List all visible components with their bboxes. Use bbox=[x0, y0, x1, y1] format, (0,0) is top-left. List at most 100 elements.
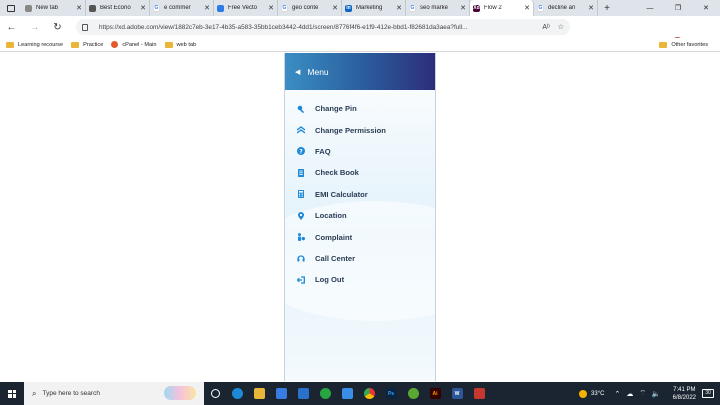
tray-chevron-icon[interactable]: ⌃ bbox=[614, 390, 620, 398]
upwork-icon[interactable] bbox=[402, 382, 424, 405]
close-tab-icon[interactable]: ✕ bbox=[204, 4, 210, 12]
windows-logo-icon bbox=[8, 389, 16, 398]
other-favorites[interactable]: Other favorites bbox=[659, 41, 708, 48]
tab-title: New tab bbox=[36, 5, 59, 11]
menu-item-label: Check Book bbox=[315, 168, 359, 178]
whatsapp-icon[interactable] bbox=[314, 382, 336, 405]
menu-item-label: Location bbox=[315, 211, 347, 221]
menu-item-call-center[interactable]: Call Center bbox=[285, 248, 435, 269]
close-tab-icon[interactable]: ✕ bbox=[268, 4, 274, 12]
taskbar-search[interactable]: ⌕ Type here to search bbox=[24, 382, 204, 405]
tab-title: decline an bbox=[548, 5, 576, 11]
close-tab-icon[interactable]: ✕ bbox=[332, 4, 338, 12]
bookmark-label: cPanel - Main bbox=[122, 41, 157, 48]
bookmark-label: web tab bbox=[176, 41, 197, 48]
edge-icon[interactable] bbox=[226, 382, 248, 405]
taskbar-search-placeholder: Type here to search bbox=[42, 390, 100, 397]
notification-badge[interactable]: 30 bbox=[702, 389, 714, 398]
tab-favicon-icon: Xd bbox=[473, 4, 480, 12]
bookmark-label: Practice bbox=[83, 41, 104, 48]
photoshop-icon[interactable]: Ps bbox=[380, 382, 402, 405]
window-controls: — ❐ ✕ bbox=[636, 0, 720, 16]
location-pin-icon bbox=[297, 211, 305, 220]
close-tab-icon[interactable]: ✕ bbox=[524, 4, 530, 12]
menu-header: ◀ Menu bbox=[285, 53, 435, 90]
browser-tab-strip: New tab ✕ Best Econo ✕ Ge commer ✕ Free Vecto ✕… bbox=[0, 0, 720, 16]
tab-favicon-icon: in bbox=[345, 4, 352, 12]
browser-tab[interactable]: Gdecline an ✕ bbox=[534, 0, 598, 16]
browser-tab[interactable]: Gseo marke ✕ bbox=[406, 0, 470, 16]
clock[interactable]: 7:41 PM 6/8/2022 bbox=[673, 386, 696, 402]
menu-item-change-pin[interactable]: Change Pin bbox=[285, 98, 435, 119]
word-icon[interactable]: W bbox=[446, 382, 468, 405]
browser-tab[interactable]: Free Vecto ✕ bbox=[214, 0, 278, 16]
calculator-icon bbox=[297, 190, 305, 199]
close-tab-icon[interactable]: ✕ bbox=[140, 4, 146, 12]
xd-icon[interactable] bbox=[468, 382, 490, 405]
address-bar[interactable]: https://xd.adobe.com/view/1882c7eb-3e17-… bbox=[76, 19, 570, 35]
browser-tab[interactable]: Ggeo conte ✕ bbox=[278, 0, 342, 16]
illustrator-icon[interactable]: Ai bbox=[424, 382, 446, 405]
cloud-icon[interactable]: ☁ bbox=[626, 390, 633, 398]
close-tab-icon[interactable]: ✕ bbox=[76, 4, 82, 12]
tab-favicon-icon: G bbox=[153, 4, 160, 12]
back-button[interactable]: ← bbox=[0, 16, 23, 38]
favorite-star-icon[interactable]: ☆ bbox=[558, 23, 564, 31]
folder-icon bbox=[164, 41, 173, 48]
back-arrow-icon[interactable]: ◀ bbox=[295, 68, 300, 76]
task-view-icon[interactable] bbox=[204, 382, 226, 405]
permission-icon bbox=[297, 126, 305, 134]
close-tab-icon[interactable]: ✕ bbox=[460, 4, 466, 12]
tab-title: Flow 2 bbox=[484, 5, 502, 11]
file-explorer-icon[interactable] bbox=[248, 382, 270, 405]
tab-title: seo marke bbox=[420, 5, 449, 11]
browser-tab[interactable]: Ge commer ✕ bbox=[150, 0, 214, 16]
forward-button[interactable]: → bbox=[23, 16, 46, 38]
close-window-button[interactable]: ✕ bbox=[692, 0, 720, 16]
menu-item-log-out[interactable]: Log Out bbox=[285, 269, 435, 290]
maximize-button[interactable]: ❐ bbox=[664, 0, 692, 16]
system-tray: 33°C ⌃ ☁ ⌔ 🔈 7:41 PM 6/8/2022 30 bbox=[579, 382, 720, 405]
network-icon[interactable]: ⌔ bbox=[639, 389, 646, 398]
menu-item-complaint[interactable]: Complaint bbox=[285, 226, 435, 247]
close-tab-icon[interactable]: ✕ bbox=[396, 4, 402, 12]
browser-tab[interactable]: Best Econo ✕ bbox=[86, 0, 150, 16]
todo-icon[interactable] bbox=[336, 382, 358, 405]
clock-date: 6/8/2022 bbox=[672, 394, 696, 401]
store-icon[interactable] bbox=[270, 382, 292, 405]
lock-icon bbox=[82, 23, 88, 31]
logout-icon bbox=[297, 276, 305, 284]
browser-tab[interactable]: Xd Flow 2 ✕ bbox=[470, 0, 534, 16]
bookmark-item[interactable]: cPanel - Main bbox=[111, 41, 157, 48]
menu-item-label: FAQ bbox=[315, 146, 331, 156]
menu-item-check-book[interactable]: Check Book bbox=[285, 162, 435, 183]
menu-item-faq[interactable]: ? FAQ bbox=[285, 141, 435, 162]
mail-icon[interactable] bbox=[292, 382, 314, 405]
close-tab-icon[interactable]: ✕ bbox=[588, 4, 594, 12]
bookmark-item[interactable]: web tab bbox=[164, 41, 197, 48]
bookmarks-bar: Learning recourse Practice cPanel - Main we… bbox=[0, 38, 720, 52]
read-aloud-icon[interactable]: Aᵇ bbox=[542, 24, 549, 31]
browser-tab[interactable]: in Marketing ✕ bbox=[342, 0, 406, 16]
start-button[interactable] bbox=[0, 382, 24, 405]
new-tab-button[interactable]: + bbox=[598, 3, 616, 14]
bookmark-item[interactable]: Learning recourse bbox=[6, 41, 63, 48]
chrome-icon[interactable] bbox=[358, 382, 380, 405]
weather-widget[interactable]: 33°C bbox=[579, 389, 604, 398]
tab-favicon-icon: G bbox=[537, 4, 544, 12]
tab-title: e commer bbox=[164, 5, 191, 11]
tab-title: geo conte bbox=[292, 5, 319, 11]
tab-actions-button[interactable] bbox=[0, 0, 22, 16]
menu-item-location[interactable]: Location bbox=[285, 205, 435, 226]
browser-tab[interactable]: New tab ✕ bbox=[22, 0, 86, 16]
minimize-button[interactable]: — bbox=[636, 0, 664, 16]
menu-item-emi-calculator[interactable]: EMI Calculator bbox=[285, 184, 435, 205]
tab-list: New tab ✕ Best Econo ✕ Ge commer ✕ Free Vecto ✕… bbox=[22, 0, 598, 16]
bookmark-item[interactable]: Practice bbox=[71, 41, 103, 48]
question-icon: ? bbox=[297, 147, 305, 156]
menu-item-change-permission[interactable]: Change Permission bbox=[285, 119, 435, 140]
refresh-button[interactable]: ↻ bbox=[46, 16, 69, 38]
taskbar: ⌕ Type here to search Ps Ai W 33°C ⌃ ☁ ⌔… bbox=[0, 382, 720, 405]
url-text[interactable]: https://xd.adobe.com/view/1882c7eb-3e17-… bbox=[99, 24, 534, 31]
volume-icon[interactable]: 🔈 bbox=[652, 390, 661, 398]
